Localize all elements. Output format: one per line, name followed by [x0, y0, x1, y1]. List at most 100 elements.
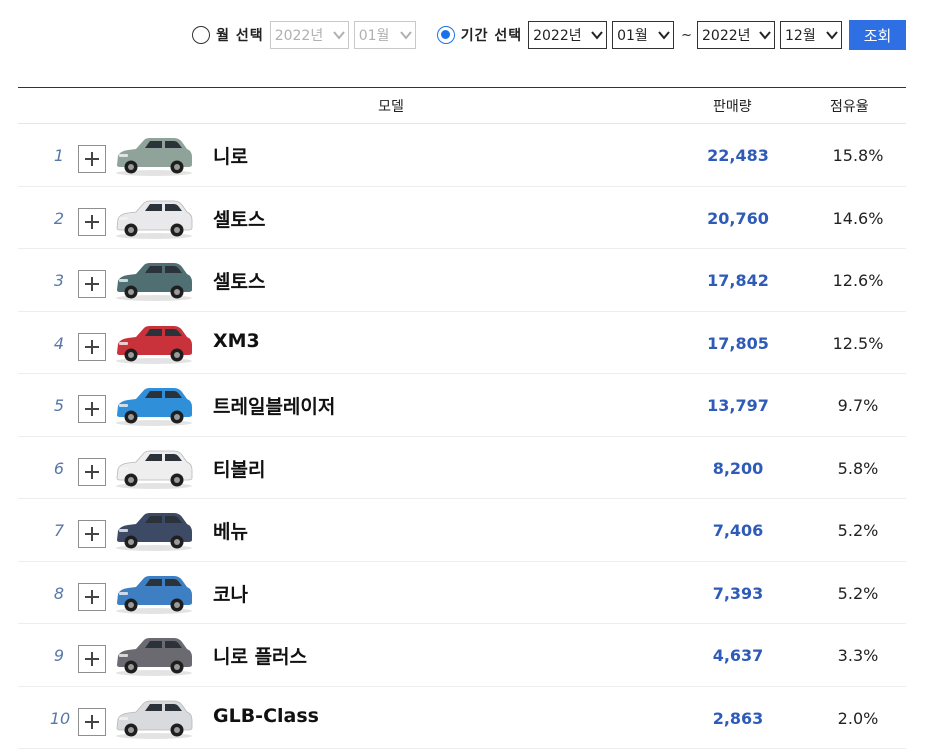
- model-name[interactable]: 코나: [213, 580, 248, 607]
- month-select-option[interactable]: 월 선택: [192, 25, 270, 45]
- rank-number: 10: [49, 709, 71, 728]
- expand-plus-icon[interactable]: [78, 270, 106, 298]
- period-from-month-value: 01월: [617, 25, 648, 45]
- sales-count: 20,760: [678, 209, 798, 228]
- car-thumbnail: [114, 132, 194, 178]
- market-share: 5.2%: [808, 521, 908, 540]
- sales-ranking-table: 모델 판매량 점유율 1 니로 22,483 15.8% 2: [18, 87, 906, 749]
- model-name[interactable]: 셀토스: [213, 267, 265, 294]
- month-select-radio[interactable]: [192, 26, 210, 44]
- period-to-month-select[interactable]: 12월: [780, 21, 842, 49]
- rank-number: 1: [52, 146, 66, 165]
- car-thumbnail: [114, 507, 194, 553]
- table-row: 7 베뉴 7,406 5.2%: [18, 499, 906, 562]
- sales-count: 2,863: [678, 709, 798, 728]
- chevron-down-icon: [658, 29, 670, 41]
- rank-number: 8: [52, 584, 66, 603]
- car-thumbnail: [114, 632, 194, 678]
- car-thumbnail: [114, 382, 194, 428]
- period-from-month-select[interactable]: 01월: [612, 21, 674, 49]
- car-thumbnail: [114, 320, 194, 366]
- expand-plus-icon[interactable]: [78, 395, 106, 423]
- car-thumbnail: [114, 257, 194, 303]
- model-name[interactable]: 니로: [213, 142, 248, 169]
- table-row: 9 니로 플러스 4,637 3.3%: [18, 624, 906, 687]
- expand-plus-icon[interactable]: [78, 645, 106, 673]
- table-row: 1 니로 22,483 15.8%: [18, 124, 906, 187]
- search-button[interactable]: 조회: [849, 20, 906, 50]
- car-thumbnail: [114, 570, 194, 616]
- month-select-label: 월 선택: [216, 25, 264, 45]
- sales-count: 22,483: [678, 146, 798, 165]
- period-select-label: 기간 선택: [461, 25, 522, 45]
- sales-count: 7,406: [678, 521, 798, 540]
- expand-plus-icon[interactable]: [78, 583, 106, 611]
- sales-count: 8,200: [678, 459, 798, 478]
- month-month-select[interactable]: 01월: [354, 21, 416, 49]
- chevron-down-icon: [826, 29, 838, 41]
- period-select-option[interactable]: 기간 선택: [437, 25, 528, 45]
- table-header: 모델 판매량 점유율: [18, 88, 906, 124]
- header-sales: 판매량: [713, 96, 752, 116]
- rank-number: 3: [52, 271, 66, 290]
- model-name[interactable]: 티볼리: [213, 455, 265, 482]
- table-row: 4 XM3 17,805 12.5%: [18, 312, 906, 375]
- market-share: 2.0%: [808, 709, 908, 728]
- chevron-down-icon: [591, 29, 603, 41]
- table-row: 10 GLB-Class 2,863 2.0%: [18, 687, 906, 749]
- model-name[interactable]: 트레일블레이저: [213, 392, 335, 419]
- period-to-year-value: 2022년: [702, 25, 751, 45]
- expand-plus-icon[interactable]: [78, 333, 106, 361]
- market-share: 12.6%: [808, 271, 908, 290]
- expand-plus-icon[interactable]: [78, 520, 106, 548]
- expand-plus-icon[interactable]: [78, 458, 106, 486]
- chevron-down-icon: [333, 29, 345, 41]
- model-name[interactable]: 니로 플러스: [213, 642, 307, 669]
- period-to-year-select[interactable]: 2022년: [697, 21, 775, 49]
- chevron-down-icon: [400, 29, 412, 41]
- sales-count: 7,393: [678, 584, 798, 603]
- market-share: 3.3%: [808, 646, 908, 665]
- month-month-value: 01월: [359, 25, 390, 45]
- rank-number: 7: [52, 521, 66, 540]
- header-share: 점유율: [830, 96, 869, 116]
- market-share: 5.2%: [808, 584, 908, 603]
- rank-number: 5: [52, 396, 66, 415]
- market-share: 15.8%: [808, 146, 908, 165]
- table-row: 6 티볼리 8,200 5.8%: [18, 437, 906, 500]
- table-row: 5 트레일블레이저 13,797 9.7%: [18, 374, 906, 437]
- period-to-month-value: 12월: [785, 25, 816, 45]
- expand-plus-icon[interactable]: [78, 708, 106, 736]
- rank-number: 9: [52, 646, 66, 665]
- market-share: 5.8%: [808, 459, 908, 478]
- market-share: 9.7%: [808, 396, 908, 415]
- chevron-down-icon: [759, 29, 771, 41]
- rank-number: 4: [52, 334, 66, 353]
- expand-plus-icon[interactable]: [78, 208, 106, 236]
- sales-count: 4,637: [678, 646, 798, 665]
- period-filter-bar: 월 선택 2022년 01월 기간 선택 2022년 01월 ~ 2022년 1…: [0, 20, 906, 50]
- expand-plus-icon[interactable]: [78, 145, 106, 173]
- car-thumbnail: [114, 195, 194, 241]
- month-year-value: 2022년: [275, 25, 324, 45]
- model-name[interactable]: 베뉴: [213, 517, 248, 544]
- model-name[interactable]: GLB-Class: [213, 705, 319, 727]
- period-separator: ~: [681, 28, 692, 43]
- table-row: 3 셀토스 17,842 12.6%: [18, 249, 906, 312]
- sales-count: 17,842: [678, 271, 798, 290]
- period-from-year-value: 2022년: [533, 25, 582, 45]
- header-model: 모델: [18, 96, 764, 116]
- table-row: 8 코나 7,393 5.2%: [18, 562, 906, 625]
- model-name[interactable]: XM3: [213, 330, 260, 352]
- table-row: 2 셀토스 20,760 14.6%: [18, 187, 906, 250]
- market-share: 12.5%: [808, 334, 908, 353]
- market-share: 14.6%: [808, 209, 908, 228]
- car-thumbnail: [114, 445, 194, 491]
- sales-count: 13,797: [678, 396, 798, 415]
- model-name[interactable]: 셀토스: [213, 205, 265, 232]
- sales-count: 17,805: [678, 334, 798, 353]
- period-select-radio[interactable]: [437, 26, 455, 44]
- rank-number: 2: [52, 209, 66, 228]
- period-from-year-select[interactable]: 2022년: [528, 21, 607, 49]
- month-year-select[interactable]: 2022년: [270, 21, 349, 49]
